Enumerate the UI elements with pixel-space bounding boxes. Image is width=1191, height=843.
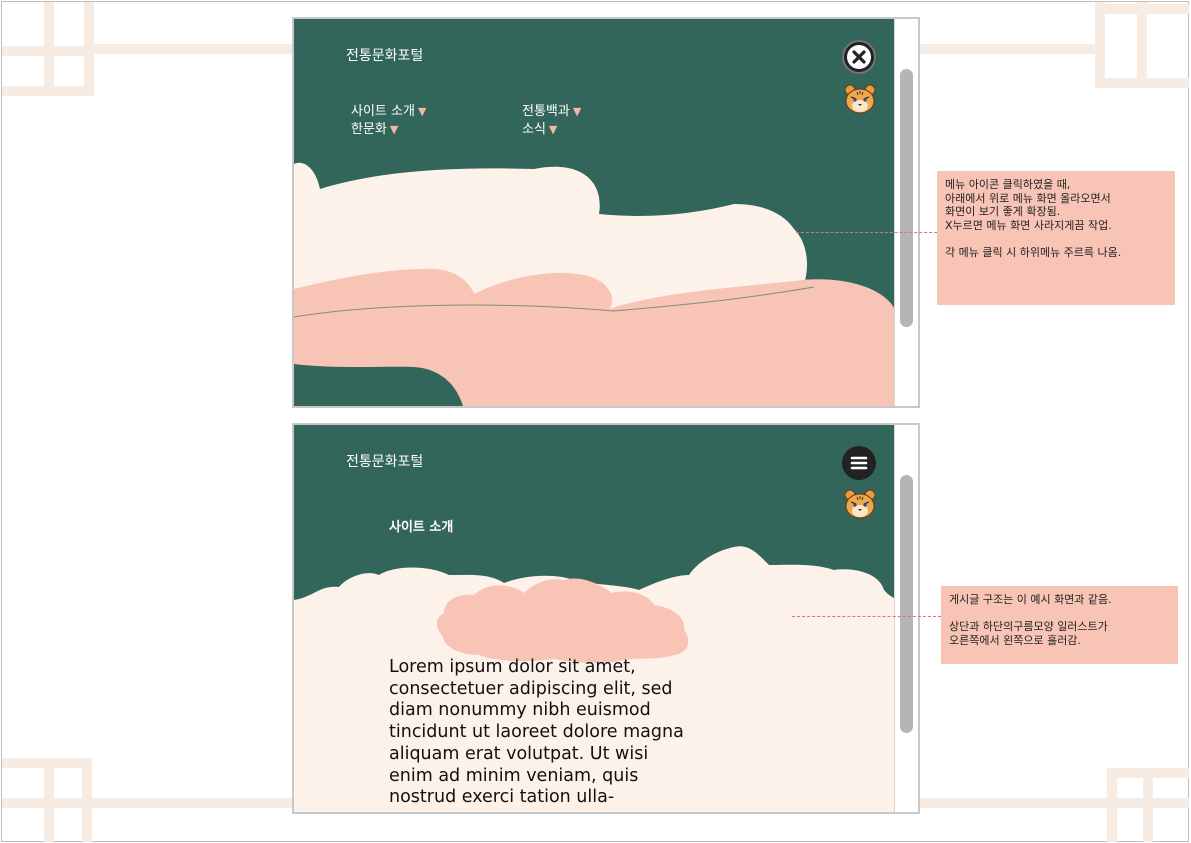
hamburger-icon bbox=[850, 456, 868, 470]
section-label: 사이트 소개 bbox=[389, 520, 454, 535]
portal-title[interactable]: 전통문화포털 bbox=[346, 451, 423, 471]
post-body-text: Lorem ipsum dolor sit amet, consectetuer… bbox=[389, 657, 684, 808]
caret-down-icon: ▼ bbox=[572, 105, 582, 118]
content-annotation-note: 게시글 구조는 이 예시 화면과 같음. 상단과 하단의구름모양 일러스트가 오… bbox=[941, 586, 1178, 664]
content-viewport: 전통문화포털 사이트 소개 Lorem ipsum dolor sit amet… bbox=[294, 425, 894, 812]
note-leader-line bbox=[796, 232, 937, 233]
close-icon bbox=[847, 45, 871, 69]
caret-down-icon: ▼ bbox=[389, 123, 399, 136]
scrollbar-thumb[interactable] bbox=[900, 69, 913, 327]
menu-annotation-note: 메뉴 아이콘 클릭하였을 때, 아래에서 위로 메뉴 화면 올라오면서 화면이 … bbox=[937, 171, 1175, 305]
menu-button[interactable] bbox=[842, 446, 876, 480]
tiger-icon[interactable] bbox=[843, 487, 877, 521]
nav-item-encyclopedia[interactable]: 전통백과 ▼ bbox=[522, 100, 581, 119]
nav-item-korean-culture[interactable]: 한문화 ▼ bbox=[351, 118, 398, 137]
caret-down-icon: ▼ bbox=[548, 123, 558, 136]
scrollbar[interactable] bbox=[894, 19, 918, 406]
menu-viewport: 전통문화포털 사이트 소개 ▼ 전통백과 ▼ 한문화 ▼ 소식 ▼ bbox=[294, 19, 894, 406]
note-leader-line bbox=[792, 616, 941, 617]
caret-down-icon: ▼ bbox=[417, 105, 427, 118]
scrollbar-thumb[interactable] bbox=[900, 475, 913, 733]
cloud-illustration bbox=[294, 19, 894, 406]
nav-item-site-intro[interactable]: 사이트 소개 ▼ bbox=[351, 100, 426, 119]
nav-item-news[interactable]: 소식 ▼ bbox=[522, 118, 557, 137]
close-button[interactable] bbox=[842, 40, 876, 74]
tiger-icon[interactable] bbox=[843, 82, 877, 116]
menu-screen-mockup: 전통문화포털 사이트 소개 ▼ 전통백과 ▼ 한문화 ▼ 소식 ▼ bbox=[292, 17, 920, 408]
content-screen-mockup: 전통문화포털 사이트 소개 Lorem ipsum dolor sit amet… bbox=[292, 423, 920, 814]
scrollbar[interactable] bbox=[894, 425, 918, 812]
portal-title[interactable]: 전통문화포털 bbox=[346, 45, 423, 65]
